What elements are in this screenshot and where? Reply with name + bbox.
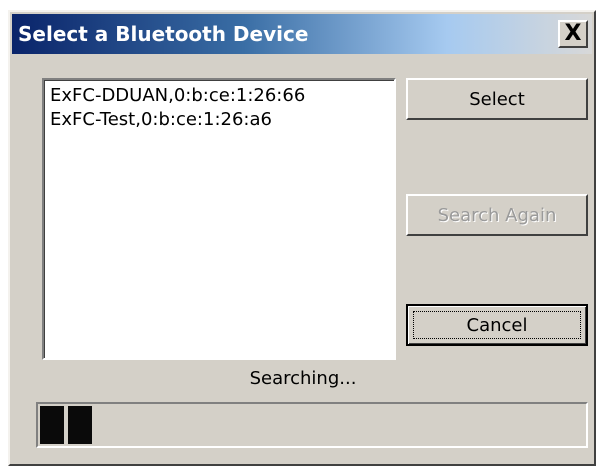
bluetooth-dialog: Select a Bluetooth Device X ExFC-DDUAN,0… — [8, 10, 596, 466]
cancel-button[interactable]: Cancel — [406, 304, 588, 346]
progress-bar — [36, 402, 588, 448]
list-item[interactable]: ExFC-Test,0:b:ce:1:26:a6 — [50, 108, 388, 132]
progress-block — [40, 406, 64, 444]
device-list[interactable]: ExFC-DDUAN,0:b:ce:1:26:66 ExFC-Test,0:b:… — [42, 78, 396, 360]
list-item[interactable]: ExFC-DDUAN,0:b:ce:1:26:66 — [50, 84, 388, 108]
window-title: Select a Bluetooth Device — [18, 22, 309, 46]
search-again-button[interactable]: Search Again — [406, 194, 588, 236]
status-text: Searching... — [249, 368, 357, 389]
select-button[interactable]: Select — [406, 78, 588, 120]
title-bar[interactable]: Select a Bluetooth Device X — [12, 14, 592, 54]
close-icon: X — [564, 21, 582, 46]
focus-rect — [413, 311, 581, 339]
close-button[interactable]: X — [558, 20, 588, 48]
progress-fill — [40, 406, 92, 444]
progress-block — [68, 406, 92, 444]
